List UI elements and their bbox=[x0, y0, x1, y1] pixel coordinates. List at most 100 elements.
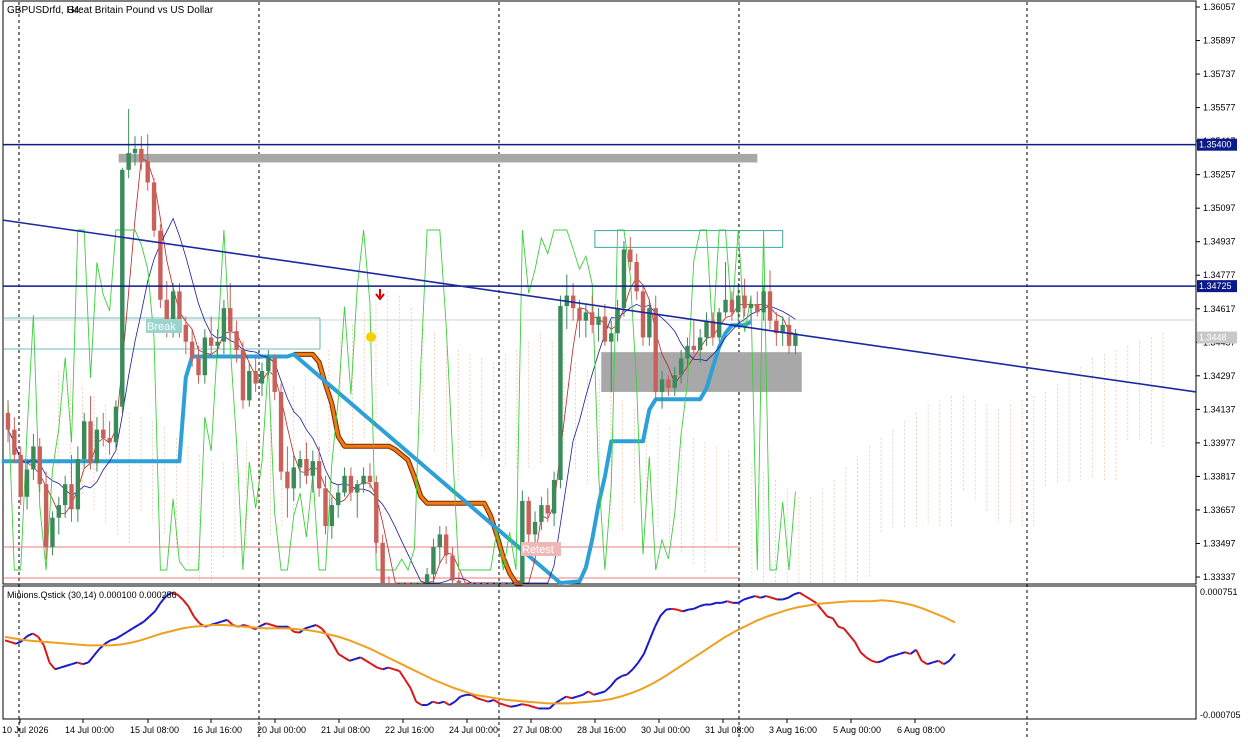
candle-body-64 bbox=[412, 583, 417, 584]
time-label-2: 15 Jul 08:00 bbox=[130, 725, 179, 735]
retest-label: Retest bbox=[522, 544, 554, 556]
candle-body-10 bbox=[69, 484, 74, 510]
candle-body-47 bbox=[304, 459, 309, 476]
candle-body-23 bbox=[151, 182, 157, 231]
candle-body-1 bbox=[12, 429, 17, 455]
candle-body-58 bbox=[374, 482, 379, 543]
candle-body-55 bbox=[355, 484, 360, 493]
candle-body-74 bbox=[475, 583, 481, 584]
candle-body-35 bbox=[228, 308, 233, 332]
candle-body-113 bbox=[723, 299, 728, 313]
candle-body-17 bbox=[113, 406, 119, 443]
candle-body-9 bbox=[62, 484, 68, 506]
time-label-3: 16 Jul 16:00 bbox=[193, 725, 242, 735]
candle-body-42 bbox=[272, 358, 277, 392]
candle-body-85 bbox=[545, 505, 550, 514]
candle-body-105 bbox=[672, 375, 677, 388]
candle-body-98 bbox=[628, 249, 633, 263]
candle-body-12 bbox=[82, 421, 87, 460]
time-label-12: 3 Aug 16:00 bbox=[769, 725, 817, 735]
candle-body-80 bbox=[513, 583, 519, 584]
candle-body-50 bbox=[323, 488, 328, 527]
cross-dot-icon bbox=[366, 332, 376, 342]
candle-body-59 bbox=[380, 542, 385, 583]
candle-body-65 bbox=[418, 583, 423, 584]
candle-body-33 bbox=[215, 341, 220, 346]
qstick-fast-seg bbox=[293, 630, 300, 634]
price-label-6: 1.35097 bbox=[1203, 203, 1236, 213]
candle-body-73 bbox=[469, 583, 474, 584]
zone-rect-0 bbox=[118, 153, 758, 163]
candle-body-76 bbox=[488, 583, 493, 584]
candle-body-22 bbox=[145, 161, 150, 183]
candle-body-13 bbox=[88, 421, 93, 464]
qstick-fast-seg bbox=[688, 607, 695, 611]
time-label-10: 30 Jul 00:00 bbox=[641, 725, 690, 735]
candle-body-72 bbox=[463, 583, 468, 584]
price-label-15: 1.33657 bbox=[1203, 505, 1236, 515]
time-label-7: 24 Jul 00:00 bbox=[449, 725, 498, 735]
candle-body-90 bbox=[577, 308, 582, 321]
candle-body-118 bbox=[755, 303, 760, 313]
candle-body-96 bbox=[615, 308, 620, 334]
price-label-13: 1.33977 bbox=[1203, 438, 1236, 448]
candle-body-31 bbox=[202, 337, 208, 376]
price-label-9: 1.34617 bbox=[1203, 304, 1236, 314]
candle-body-109 bbox=[697, 337, 703, 351]
candle-body-48 bbox=[310, 461, 315, 476]
indicator-min-label: -0.000705 bbox=[1200, 710, 1241, 720]
candle-body-100 bbox=[640, 291, 646, 338]
candle-body-116 bbox=[742, 295, 747, 309]
candle-body-78 bbox=[501, 583, 506, 584]
price-label-0: 1.36057 bbox=[1203, 2, 1236, 12]
time-label-5: 21 Jul 08:00 bbox=[321, 725, 370, 735]
candle-body-57 bbox=[367, 475, 373, 483]
candle-body-52 bbox=[336, 492, 341, 506]
qstick-fast-seg bbox=[665, 607, 672, 611]
candle-body-38 bbox=[247, 371, 252, 401]
candle-body-70 bbox=[450, 555, 455, 581]
candle-body-61 bbox=[393, 583, 398, 584]
qstick-fast-seg bbox=[510, 704, 517, 708]
candle-body-95 bbox=[609, 333, 614, 342]
candle-body-41 bbox=[266, 358, 271, 372]
candle-body-6 bbox=[43, 484, 49, 548]
candle-body-112 bbox=[717, 312, 722, 338]
level-label-2: 1.3448 bbox=[1199, 332, 1227, 342]
candle-body-92 bbox=[590, 312, 595, 325]
candle-body-37 bbox=[240, 350, 246, 401]
candle-body-43 bbox=[278, 391, 284, 472]
candle-body-8 bbox=[56, 505, 61, 518]
candle-body-62 bbox=[399, 583, 404, 584]
qstick-fast-seg bbox=[671, 607, 678, 611]
candle-body-87 bbox=[558, 306, 563, 480]
candle-body-71 bbox=[456, 580, 462, 583]
candle-body-115 bbox=[736, 295, 741, 313]
price-label-17: 1.33337 bbox=[1203, 572, 1236, 582]
indicator-max-label: 0.000751 bbox=[1200, 587, 1238, 597]
price-label-16: 1.33497 bbox=[1203, 538, 1236, 548]
time-label-8: 27 Jul 08:00 bbox=[513, 725, 562, 735]
chart-description: Great Britain Pound vs US Dollar bbox=[67, 5, 214, 16]
candle-body-63 bbox=[405, 583, 411, 584]
candle-body-4 bbox=[31, 446, 36, 470]
qstick-fast-seg bbox=[521, 703, 528, 707]
candle-body-75 bbox=[482, 583, 487, 584]
candle-body-77 bbox=[494, 583, 500, 584]
candle-body-34 bbox=[221, 308, 227, 342]
time-label-0: 10 Jul 2026 bbox=[2, 725, 49, 735]
time-label-1: 14 Jul 00:00 bbox=[65, 725, 114, 735]
candle-body-84 bbox=[539, 505, 544, 522]
break-label: Break bbox=[147, 321, 176, 333]
candle-body-103 bbox=[659, 379, 665, 392]
candle-body-20 bbox=[132, 148, 138, 154]
candle-body-30 bbox=[196, 358, 201, 376]
candle-body-82 bbox=[526, 500, 531, 535]
price-label-11: 1.34297 bbox=[1203, 371, 1236, 381]
candle-body-56 bbox=[361, 475, 366, 485]
time-label-11: 31 Jul 08:00 bbox=[705, 725, 754, 735]
candle-body-28 bbox=[183, 324, 188, 342]
candle-body-81 bbox=[520, 500, 525, 583]
candle-body-19 bbox=[126, 153, 131, 170]
candle-body-86 bbox=[551, 479, 557, 514]
